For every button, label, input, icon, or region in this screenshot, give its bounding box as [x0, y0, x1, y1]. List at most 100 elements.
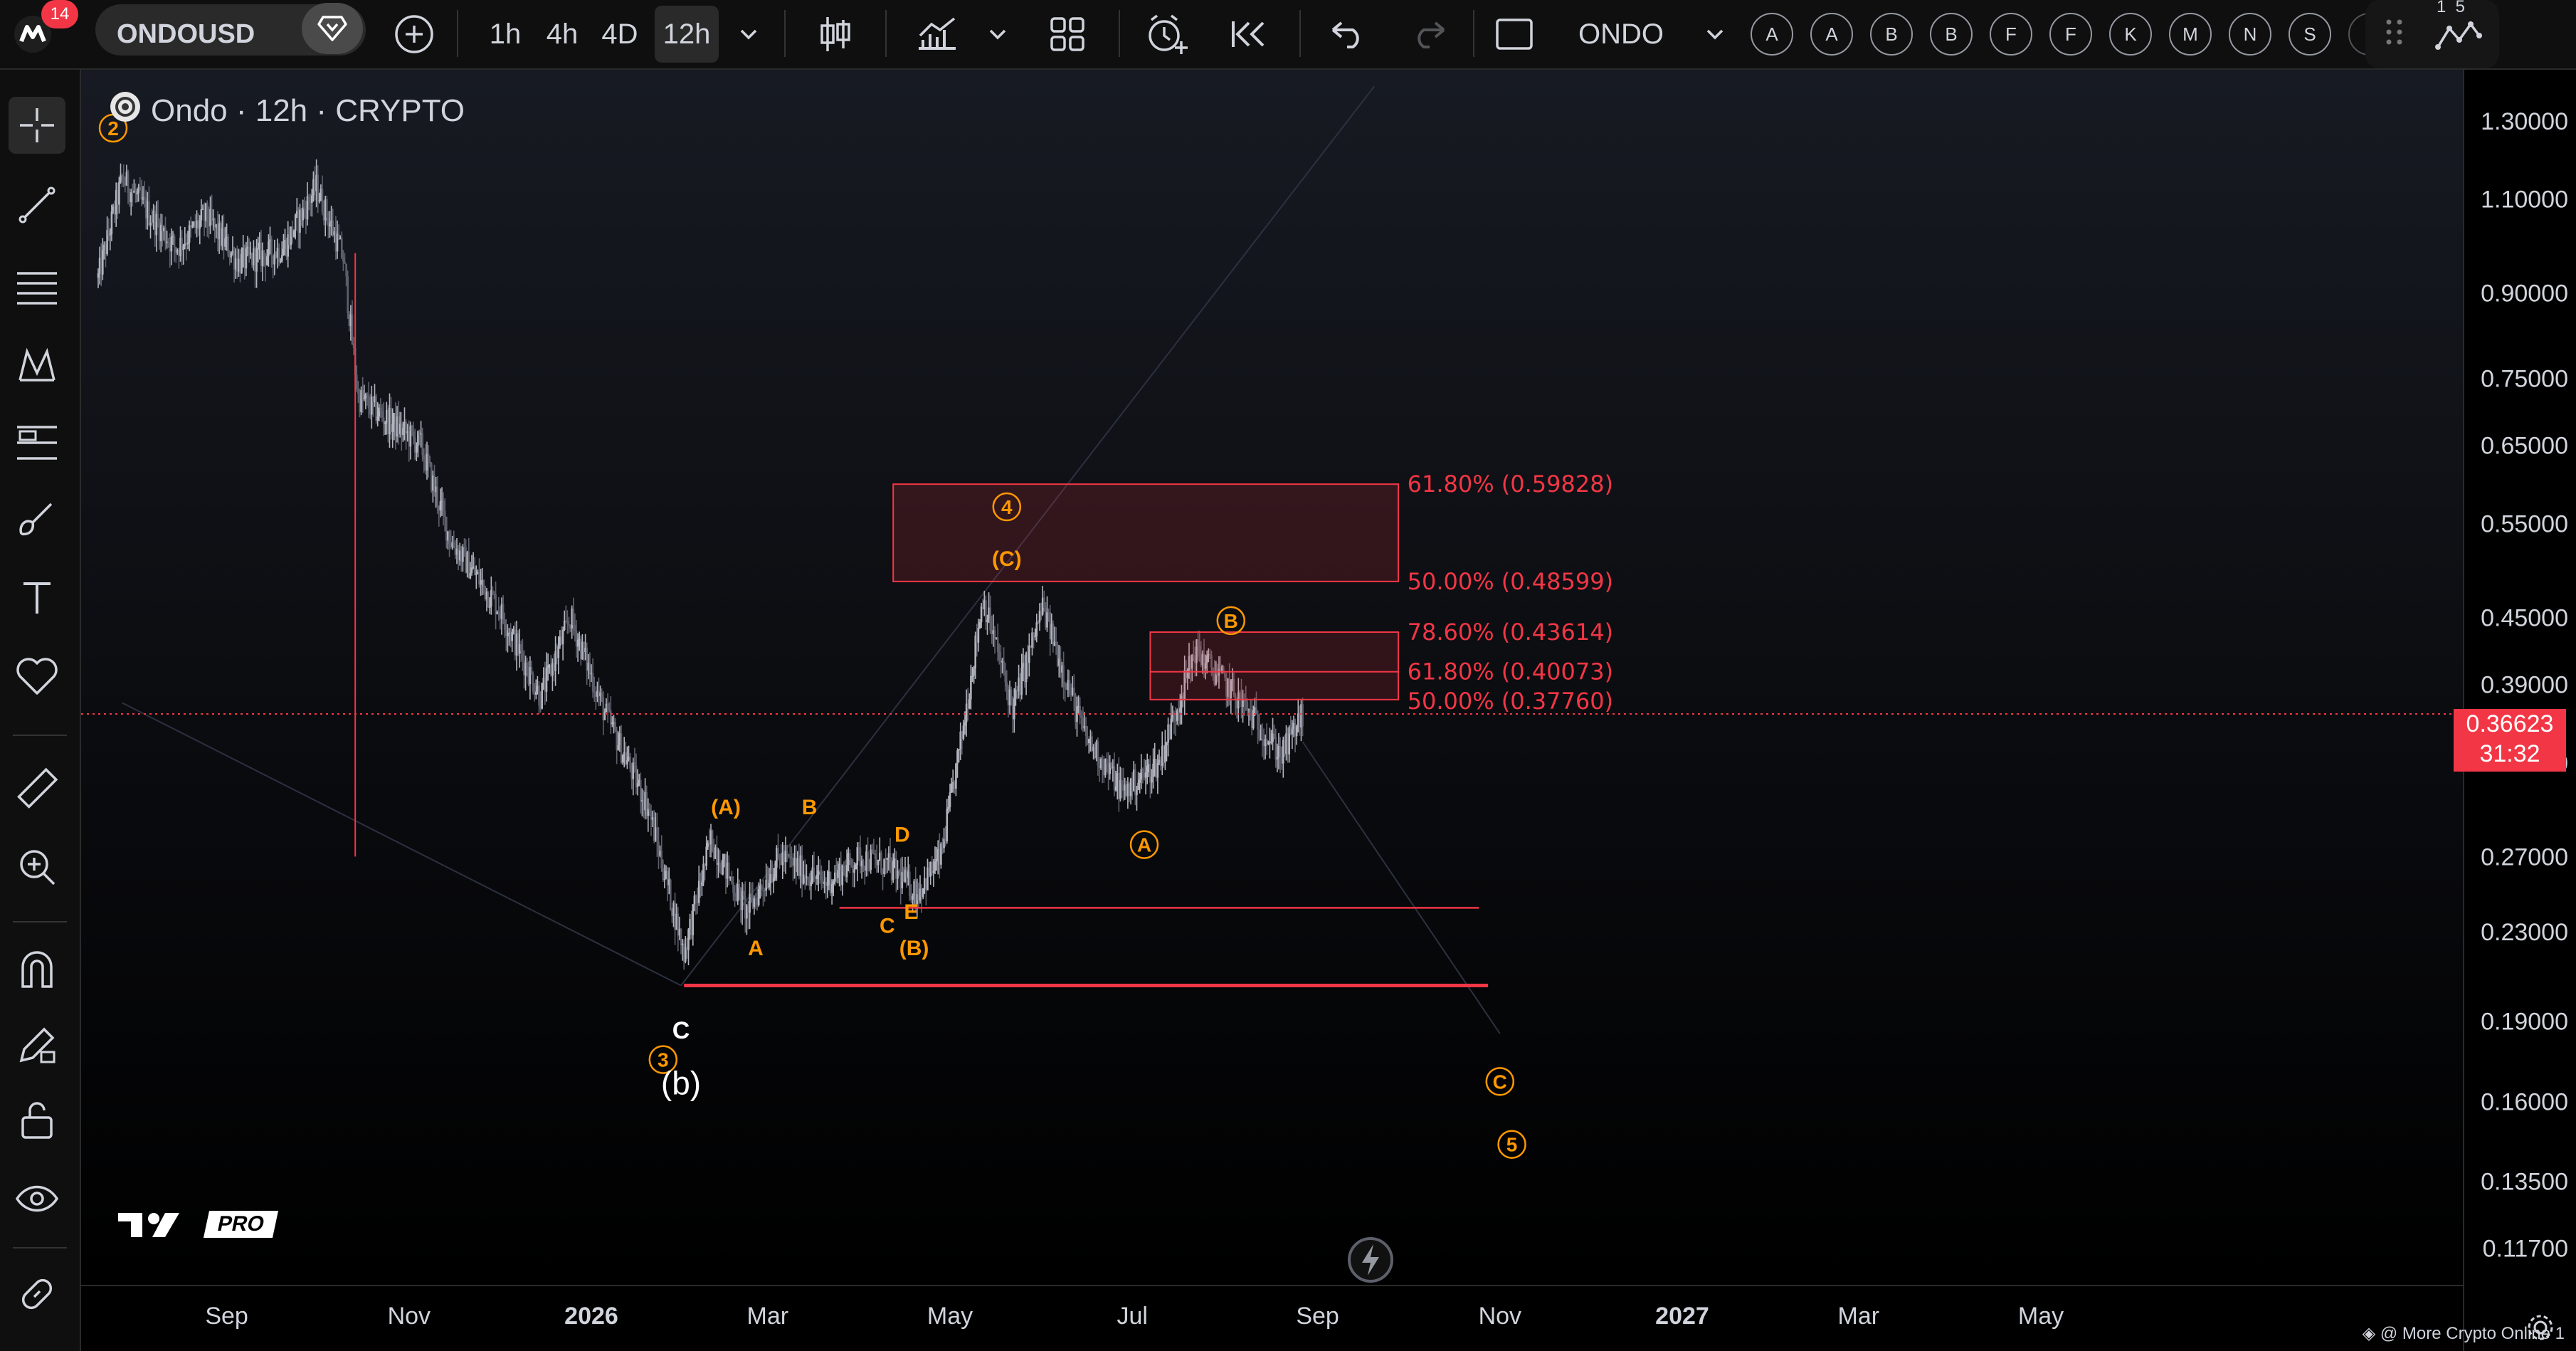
wave-label: (B)	[899, 937, 929, 960]
candle-body	[366, 394, 369, 396]
interval-dropdown-icon[interactable]	[726, 6, 771, 63]
candle-body	[522, 651, 524, 660]
drawing-set-button-a1[interactable]: A	[1751, 13, 1793, 56]
drawing-set-button-b2[interactable]: B	[1930, 13, 1973, 56]
time-tick-label: Mar	[1838, 1303, 1880, 1330]
redo-icon[interactable]	[1400, 6, 1457, 63]
wave-label: (A)	[711, 796, 741, 819]
candle-body	[897, 871, 899, 879]
candle-body	[1252, 710, 1255, 729]
layout-name[interactable]: ONDO	[1564, 6, 1678, 63]
chart-area[interactable]: 61.80% (0.59828) 50.00% (0.48599) 78.60% (…	[81, 70, 2576, 1351]
floating-panel[interactable]: 1 5	[2365, 0, 2499, 68]
fib-retracement-icon[interactable]	[9, 259, 65, 316]
drag-handle-icon[interactable]	[2384, 17, 2405, 51]
visibility-eye-icon[interactable]	[9, 1170, 65, 1227]
fullscreen-icon[interactable]	[1486, 6, 1543, 63]
candle-body	[1156, 762, 1159, 778]
candle-body	[492, 590, 494, 594]
candle-body	[502, 604, 505, 620]
candle-body	[367, 396, 370, 408]
candle-body	[164, 227, 167, 243]
indicators-dropdown-icon[interactable]	[975, 6, 1020, 63]
candle-body	[507, 633, 509, 636]
crosshair-icon[interactable]	[9, 97, 65, 154]
candle-body	[321, 189, 324, 213]
link-icon[interactable]	[9, 1266, 65, 1323]
drawing-set-button-a2[interactable]: A	[1810, 13, 1853, 56]
drawing-set-button-n[interactable]: N	[2229, 13, 2271, 56]
drawing-set-button-f2[interactable]: F	[2049, 13, 2092, 56]
candle-body	[469, 572, 472, 579]
favorites-heart-icon[interactable]	[9, 648, 65, 705]
candle-body	[955, 763, 957, 789]
settings-gear-icon[interactable]	[2526, 1313, 2555, 1345]
drawing-set-button-b1[interactable]: B	[1870, 13, 1913, 56]
interval-4h[interactable]: 4h	[534, 6, 591, 63]
candle-body	[423, 455, 426, 459]
candle-body	[732, 882, 734, 893]
drawing-set-button-s[interactable]: S	[2289, 13, 2331, 56]
symbol-name[interactable]: ONDOUSD	[117, 6, 273, 63]
price-chart[interactable]: 61.80% (0.59828) 50.00% (0.48599) 78.60% (…	[81, 70, 2576, 1351]
candle-body	[768, 883, 771, 888]
candle-body	[819, 871, 821, 873]
chart-patterns-icon[interactable]	[2434, 19, 2483, 55]
candle-body	[576, 639, 579, 647]
candle-body	[1046, 612, 1048, 628]
text-tool-icon[interactable]	[9, 569, 65, 626]
drawing-set-button-m[interactable]: M	[2169, 13, 2212, 56]
candle-body	[871, 849, 874, 853]
add-symbol-icon[interactable]	[387, 6, 441, 63]
candle-body	[206, 203, 208, 222]
undo-icon[interactable]	[1319, 6, 1376, 63]
candle-body	[342, 257, 344, 262]
price-tick-label: 0.27000	[2481, 843, 2568, 871]
time-tick-label: Jul	[1117, 1303, 1147, 1330]
candle-body	[427, 453, 430, 462]
candle-body	[1173, 715, 1176, 721]
replay-icon[interactable]	[1220, 6, 1277, 63]
drawing-set-button-f1[interactable]: F	[1990, 13, 2032, 56]
candle-body	[956, 750, 959, 764]
candle-body	[1010, 689, 1013, 702]
candle-body	[356, 374, 358, 389]
candle-body	[541, 683, 543, 709]
projection-tool-icon[interactable]	[9, 414, 65, 471]
candle-body	[227, 236, 229, 256]
alert-icon[interactable]	[1139, 6, 1195, 63]
candle-body	[850, 859, 852, 866]
pattern-tool-icon[interactable]	[9, 337, 65, 394]
wave-label: 4	[1001, 496, 1013, 518]
current-price-badge: 0.36623 31:32	[2454, 709, 2566, 772]
layout-dropdown-icon[interactable]	[1694, 6, 1736, 63]
zoom-in-icon[interactable]	[9, 839, 65, 895]
interval-12h[interactable]: 12h	[655, 6, 719, 63]
candle-body	[381, 411, 384, 418]
candle-body	[1028, 646, 1030, 663]
time-tick-label: Sep	[205, 1303, 248, 1330]
indicators-icon[interactable]	[907, 6, 968, 63]
magnet-icon[interactable]	[9, 941, 65, 998]
brush-icon[interactable]	[9, 490, 65, 547]
candle-body	[680, 928, 682, 946]
candle-body	[614, 722, 616, 731]
lightning-icon[interactable]	[1346, 1236, 1395, 1288]
candle-body	[1097, 741, 1099, 766]
lock-icon[interactable]	[9, 1092, 65, 1149]
layouts-icon[interactable]	[1039, 6, 1096, 63]
interval-1h[interactable]: 1h	[477, 6, 534, 63]
trend-line-icon[interactable]	[9, 177, 65, 233]
compare-symbol-icon[interactable]	[302, 3, 363, 54]
drawing-set-button-k[interactable]: K	[2109, 13, 2152, 56]
interval-4d[interactable]: 4D	[591, 6, 649, 63]
candles-icon[interactable]	[807, 6, 864, 63]
candle-body	[1003, 661, 1005, 671]
ruler-icon[interactable]	[9, 760, 65, 817]
symbol-title[interactable]: Ondo · 12h · CRYPTO	[110, 91, 465, 130]
candle-body	[572, 608, 575, 626]
candle-body	[376, 416, 379, 421]
candle-body	[973, 668, 975, 676]
lock-drawing-icon[interactable]	[9, 1016, 65, 1073]
candle-body	[188, 225, 191, 243]
